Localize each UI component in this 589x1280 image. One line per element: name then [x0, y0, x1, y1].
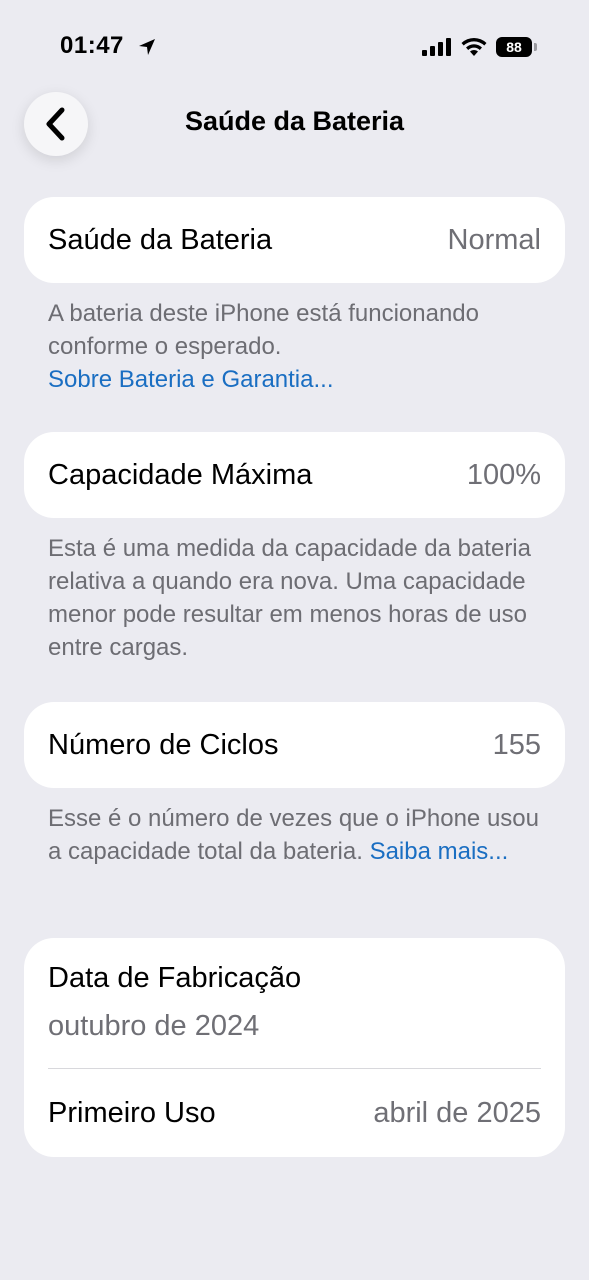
battery-health-label: Saúde da Bateria — [48, 223, 273, 256]
battery-tip — [534, 43, 537, 51]
battery-health-note-text: A bateria deste iPhone está funcionando … — [48, 300, 479, 360]
dates-card: Data de Fabricação outubro de 2024 Prime… — [24, 938, 565, 1157]
first-use-value: abril de 2025 — [373, 1096, 541, 1129]
maximum-capacity-value: 100% — [466, 458, 541, 491]
battery-health-row: Saúde da Bateria Normal — [48, 197, 541, 283]
wifi-icon — [461, 37, 487, 56]
cycle-count-value: 155 — [492, 728, 541, 761]
status-bar: 01:47 88 — [0, 0, 589, 95]
battery-health-value: Normal — [447, 223, 541, 256]
page-title: Saúde da Bateria — [184, 106, 405, 136]
cycle-count-card: Número de Ciclos 155 — [24, 702, 565, 788]
manufacture-date-label: Data de Fabricação — [48, 962, 302, 994]
cellular-signal-icon — [422, 38, 451, 56]
location-arrow-icon — [139, 39, 155, 55]
maximum-capacity-row: Capacidade Máxima 100% — [48, 432, 541, 518]
cycle-count-row: Número de Ciclos 155 — [48, 702, 541, 788]
manufacture-date-value: outubro de 2024 — [48, 1010, 260, 1042]
status-time: 01:47 — [60, 32, 124, 59]
battery-health-card: Saúde da Bateria Normal — [24, 197, 565, 283]
cycle-count-label: Número de Ciclos — [48, 728, 279, 761]
maximum-capacity-note: Esta é uma medida da capacidade da bater… — [48, 535, 531, 661]
cycle-count-note: Esse é o número de vezes que o iPhone us… — [48, 802, 548, 868]
first-use-label: Primeiro Uso — [48, 1096, 216, 1129]
battery-health-note: A bateria deste iPhone está funcionando … — [48, 297, 548, 396]
learn-more-link[interactable]: Saiba mais... — [370, 838, 509, 865]
maximum-capacity-card: Capacidade Máxima 100% — [24, 432, 565, 518]
battery-icon: 88 — [496, 37, 532, 57]
battery-warranty-link[interactable]: Sobre Bateria e Garantia... — [48, 366, 334, 393]
maximum-capacity-label: Capacidade Máxima — [48, 458, 313, 491]
first-use-row: Primeiro Uso abril de 2025 — [48, 1069, 541, 1157]
